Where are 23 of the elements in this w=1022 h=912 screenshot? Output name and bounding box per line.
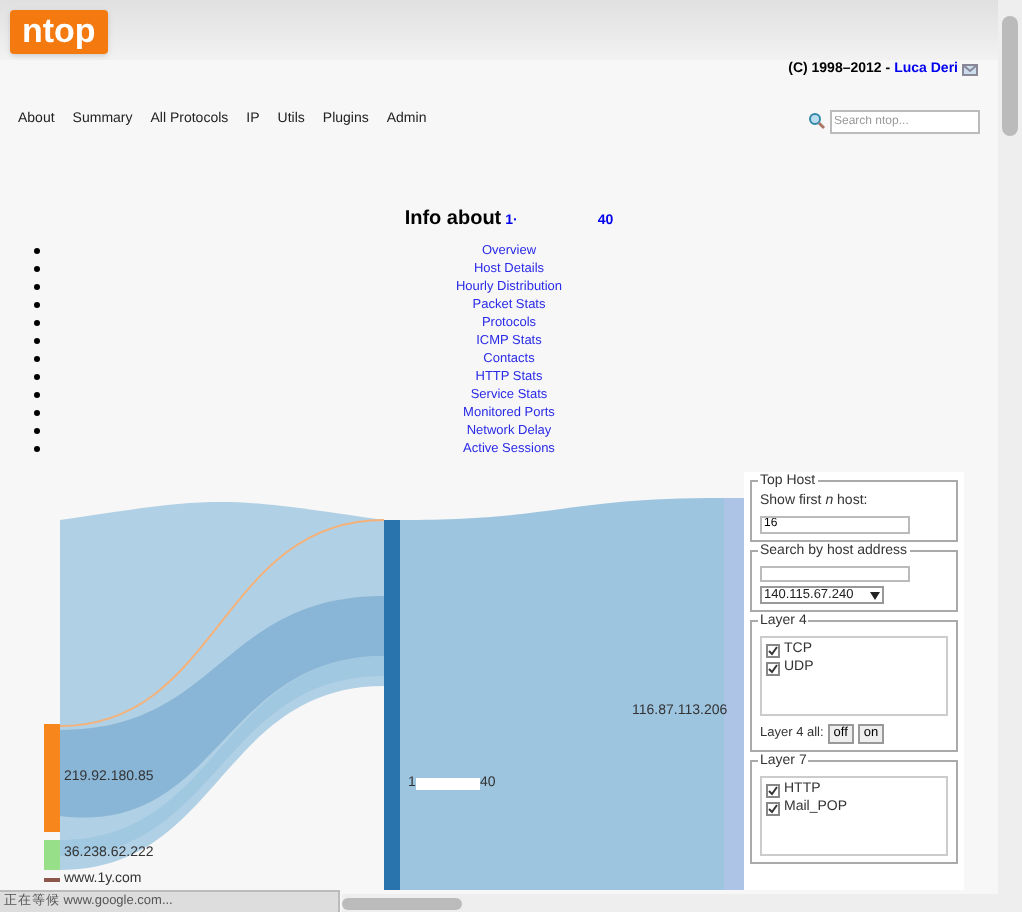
bullet-icon <box>34 409 40 415</box>
bullet-icon <box>34 373 40 379</box>
bullet-icon <box>34 337 40 343</box>
bullet-icon <box>34 265 40 271</box>
bullet-icon <box>34 247 40 253</box>
bullet-icon <box>34 301 40 307</box>
bullet-icon <box>34 445 40 451</box>
mail-icon <box>962 64 978 77</box>
bullet-icon <box>34 319 40 325</box>
checkbox[interactable] <box>766 644 780 658</box>
checkbox[interactable] <box>766 784 780 798</box>
dropdown-arrow-icon <box>870 591 880 599</box>
checkbox[interactable] <box>766 802 780 816</box>
page-title: Info about <box>404 205 502 233</box>
bullet-icon <box>34 283 40 289</box>
search-icon <box>808 112 826 130</box>
checkbox[interactable] <box>766 662 780 676</box>
horizontal-scrollbar[interactable] <box>342 894 998 912</box>
bullet-icon <box>34 391 40 397</box>
vertical-scrollbar[interactable] <box>998 0 1022 912</box>
bullet-icon <box>34 355 40 361</box>
host-address-field[interactable] <box>760 566 910 582</box>
bullet-icon <box>34 427 40 433</box>
